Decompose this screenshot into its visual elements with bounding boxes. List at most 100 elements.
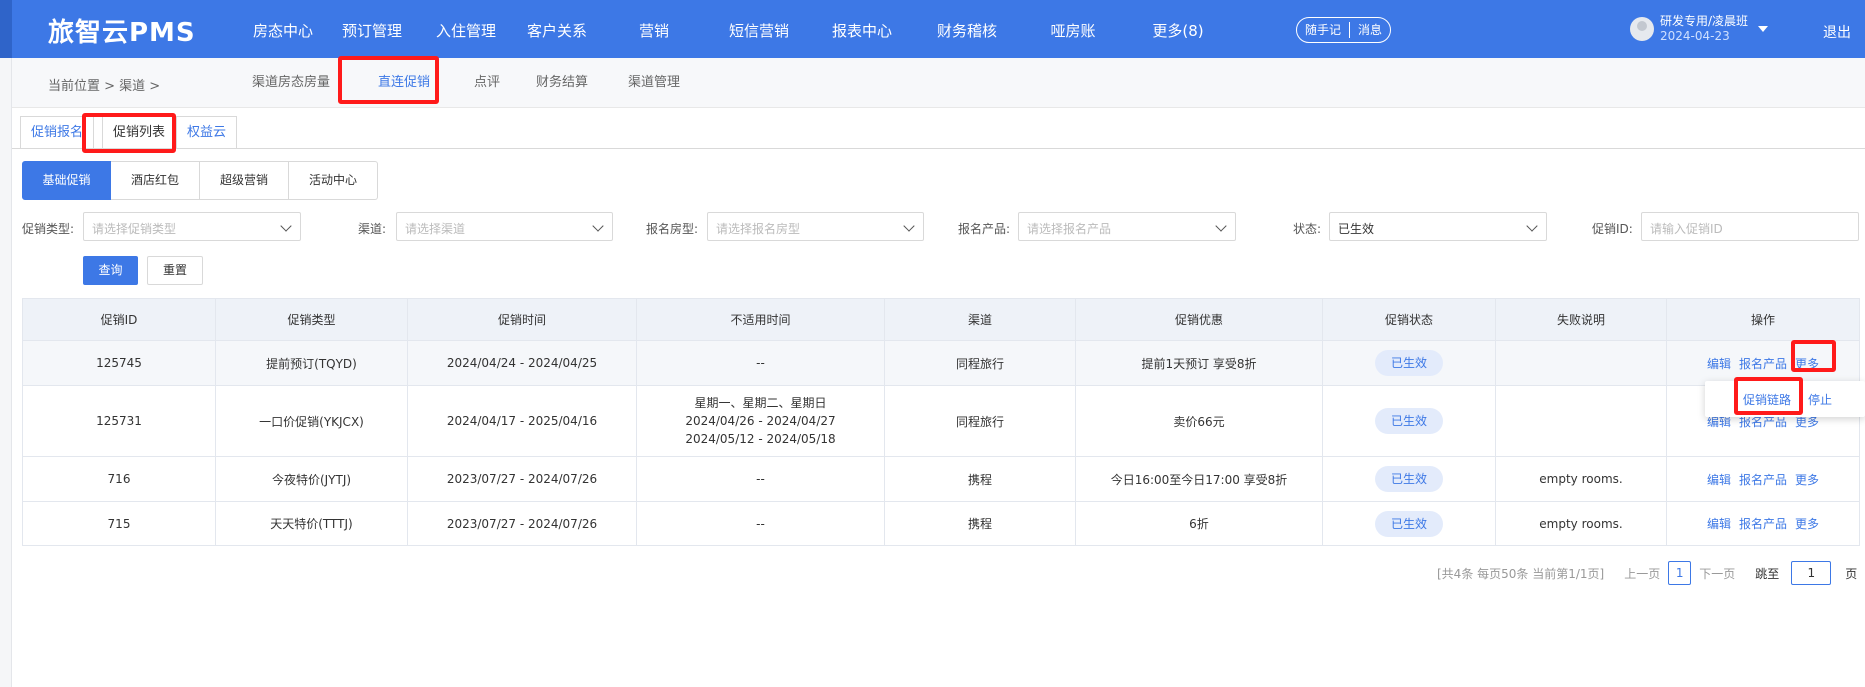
cell-status: 已生效 (1322, 456, 1496, 502)
seg-hotel-redpacket[interactable]: 酒店红包 (111, 161, 200, 200)
prev-page-button[interactable]: 上一页 (1624, 565, 1660, 582)
nav-dummy-account[interactable]: 哑房账 (1020, 0, 1126, 58)
status-badge: 已生效 (1375, 466, 1443, 492)
cell-channel: 同程旅行 (884, 385, 1076, 457)
status-value: 已生效 (1338, 222, 1375, 236)
more-link[interactable]: 更多 (1795, 471, 1819, 488)
nav-booking[interactable]: 预订管理 (326, 0, 418, 58)
cell-discount: 提前1天预订 享受8折 (1075, 340, 1323, 386)
cell-status: 已生效 (1322, 501, 1496, 546)
col-header-id: 促销ID (22, 298, 216, 341)
chevron-down-icon (592, 220, 604, 232)
cell-failure (1495, 385, 1667, 457)
current-page[interactable]: 1 (1668, 561, 1692, 585)
edit-link[interactable]: 编辑 (1707, 515, 1731, 532)
status-badge: 已生效 (1375, 350, 1443, 376)
app-logo: 旅智云PMS (48, 18, 196, 48)
promo-tabs: 促销报名 促销列表 权益云 (20, 116, 238, 149)
cell-discount: 6折 (1075, 501, 1323, 546)
status-select[interactable]: 已生效 (1329, 212, 1547, 241)
cell-exclusion: -- (636, 501, 885, 546)
product-label: 报名产品: (958, 222, 1011, 236)
subnav-channel-mgmt[interactable]: 渠道管理 (608, 58, 700, 108)
cell-failure: empty rooms. (1495, 456, 1667, 502)
promo-link-option[interactable]: 促销链路 (1743, 391, 1791, 408)
cell-failure: empty rooms. (1495, 501, 1667, 546)
tab-promo-signup[interactable]: 促销报名 (20, 116, 95, 149)
cell-id: 715 (22, 501, 216, 546)
stop-option[interactable]: 停止 (1808, 391, 1832, 408)
nav-room-status[interactable]: 房态中心 (240, 0, 326, 58)
promo-id-input[interactable]: 请输入促销ID (1641, 212, 1859, 241)
seg-basic-promo[interactable]: 基础促销 (22, 161, 111, 200)
notes-button[interactable]: 随手记 (1297, 18, 1349, 42)
nav-crm[interactable]: 客户关系 (514, 0, 600, 58)
messages-button[interactable]: 消息 (1350, 18, 1390, 42)
col-header-time: 促销时间 (407, 298, 637, 341)
room-type-label: 报名房型: (646, 222, 699, 236)
chevron-down-icon (903, 220, 915, 232)
signup-product-link[interactable]: 报名产品 (1739, 355, 1787, 372)
promo-table: 促销ID 促销类型 促销时间 不适用时间 渠道 促销优惠 促销状态 失败说明 操… (22, 298, 1860, 546)
promo-type-placeholder: 请选择促销类型 (92, 222, 177, 236)
status-badge: 已生效 (1375, 408, 1443, 434)
nav-reports[interactable]: 报表中心 (810, 0, 914, 58)
cell-channel: 同程旅行 (884, 340, 1076, 386)
cell-id: 125745 (22, 340, 216, 386)
more-link[interactable]: 更多 (1795, 355, 1819, 372)
user-menu[interactable]: 研发专用/凌晨班 2024-04-23 (1630, 14, 1769, 44)
tab-benefit-cloud[interactable]: 权益云 (176, 116, 238, 149)
col-header-exclusion: 不适用时间 (636, 298, 885, 341)
table-header-row: 促销ID 促销类型 促销时间 不适用时间 渠道 促销优惠 促销状态 失败说明 操… (22, 298, 1860, 341)
status-label: 状态: (1293, 222, 1322, 236)
nav-checkin[interactable]: 入住管理 (418, 0, 514, 58)
seg-super-marketing[interactable]: 超级营销 (200, 161, 289, 200)
query-button[interactable]: 查询 (83, 256, 138, 285)
nav-more[interactable]: 更多(8) (1126, 0, 1230, 58)
cell-failure (1495, 340, 1667, 386)
tab-promo-list[interactable]: 促销列表 (102, 116, 177, 149)
cell-id: 716 (22, 456, 216, 502)
cell-exclusion: -- (636, 340, 885, 386)
goto-page-input[interactable]: 1 (1791, 561, 1832, 585)
nav-sms-marketing[interactable]: 短信营销 (708, 0, 810, 58)
edit-link[interactable]: 编辑 (1707, 471, 1731, 488)
subnav-reviews[interactable]: 点评 (454, 58, 516, 108)
caret-down-icon[interactable] (1758, 26, 1769, 32)
nav-finance-audit[interactable]: 财务稽核 (914, 0, 1020, 58)
cell-channel: 携程 (884, 456, 1076, 502)
cell-actions: 编辑 报名产品 更多 (1666, 501, 1860, 546)
logout-link[interactable]: 退出 (1823, 22, 1851, 42)
edit-link[interactable]: 编辑 (1707, 355, 1731, 372)
exclusion-range-1: 2024/04/26 - 2024/04/27 (685, 414, 836, 428)
product-select[interactable]: 请选择报名产品 (1018, 212, 1236, 241)
cell-exclusion: -- (636, 456, 885, 502)
cell-status: 已生效 (1322, 385, 1496, 457)
cell-type: 天天特价(TTTJ) (215, 501, 408, 546)
promo-id-placeholder: 请输入促销ID (1650, 222, 1723, 236)
signup-product-link[interactable]: 报名产品 (1739, 515, 1787, 532)
sidebar-toggle-strip[interactable] (0, 0, 12, 58)
subnav-direct-promo[interactable]: 直连促销 (358, 58, 454, 108)
next-page-button[interactable]: 下一页 (1699, 565, 1735, 582)
promo-type-select[interactable]: 请选择促销类型 (83, 212, 301, 241)
seg-activity-center[interactable]: 活动中心 (289, 161, 378, 200)
channel-placeholder: 请选择渠道 (405, 222, 466, 236)
channel-subnav: 渠道房态房量 直连促销 点评 财务结算 渠道管理 (252, 58, 700, 108)
subnav-settlement[interactable]: 财务结算 (516, 58, 608, 108)
signup-product-link[interactable]: 报名产品 (1739, 471, 1787, 488)
collapsed-sidebar[interactable] (0, 58, 12, 687)
reset-button[interactable]: 重置 (147, 256, 203, 285)
more-link[interactable]: 更多 (1795, 515, 1819, 532)
cell-actions: 编辑 报名产品 更多 (1666, 456, 1860, 502)
breadcrumb: 当前位置 > 渠道 > (48, 79, 161, 94)
tabs-divider (12, 148, 1865, 149)
nav-marketing[interactable]: 营销 (600, 0, 708, 58)
table-row: 125731 一口价促销(YKJCX) 2024/04/17 - 2025/04… (22, 385, 1860, 457)
promo-type-label: 促销类型: (22, 222, 75, 236)
goto-label: 跳至 (1755, 566, 1780, 581)
channel-select[interactable]: 请选择渠道 (396, 212, 613, 241)
page-summary: [共4条 每页50条 当前第1/1页] (1437, 566, 1605, 581)
room-type-select[interactable]: 请选择报名房型 (707, 212, 924, 241)
subnav-room-inventory[interactable]: 渠道房态房量 (252, 58, 358, 108)
